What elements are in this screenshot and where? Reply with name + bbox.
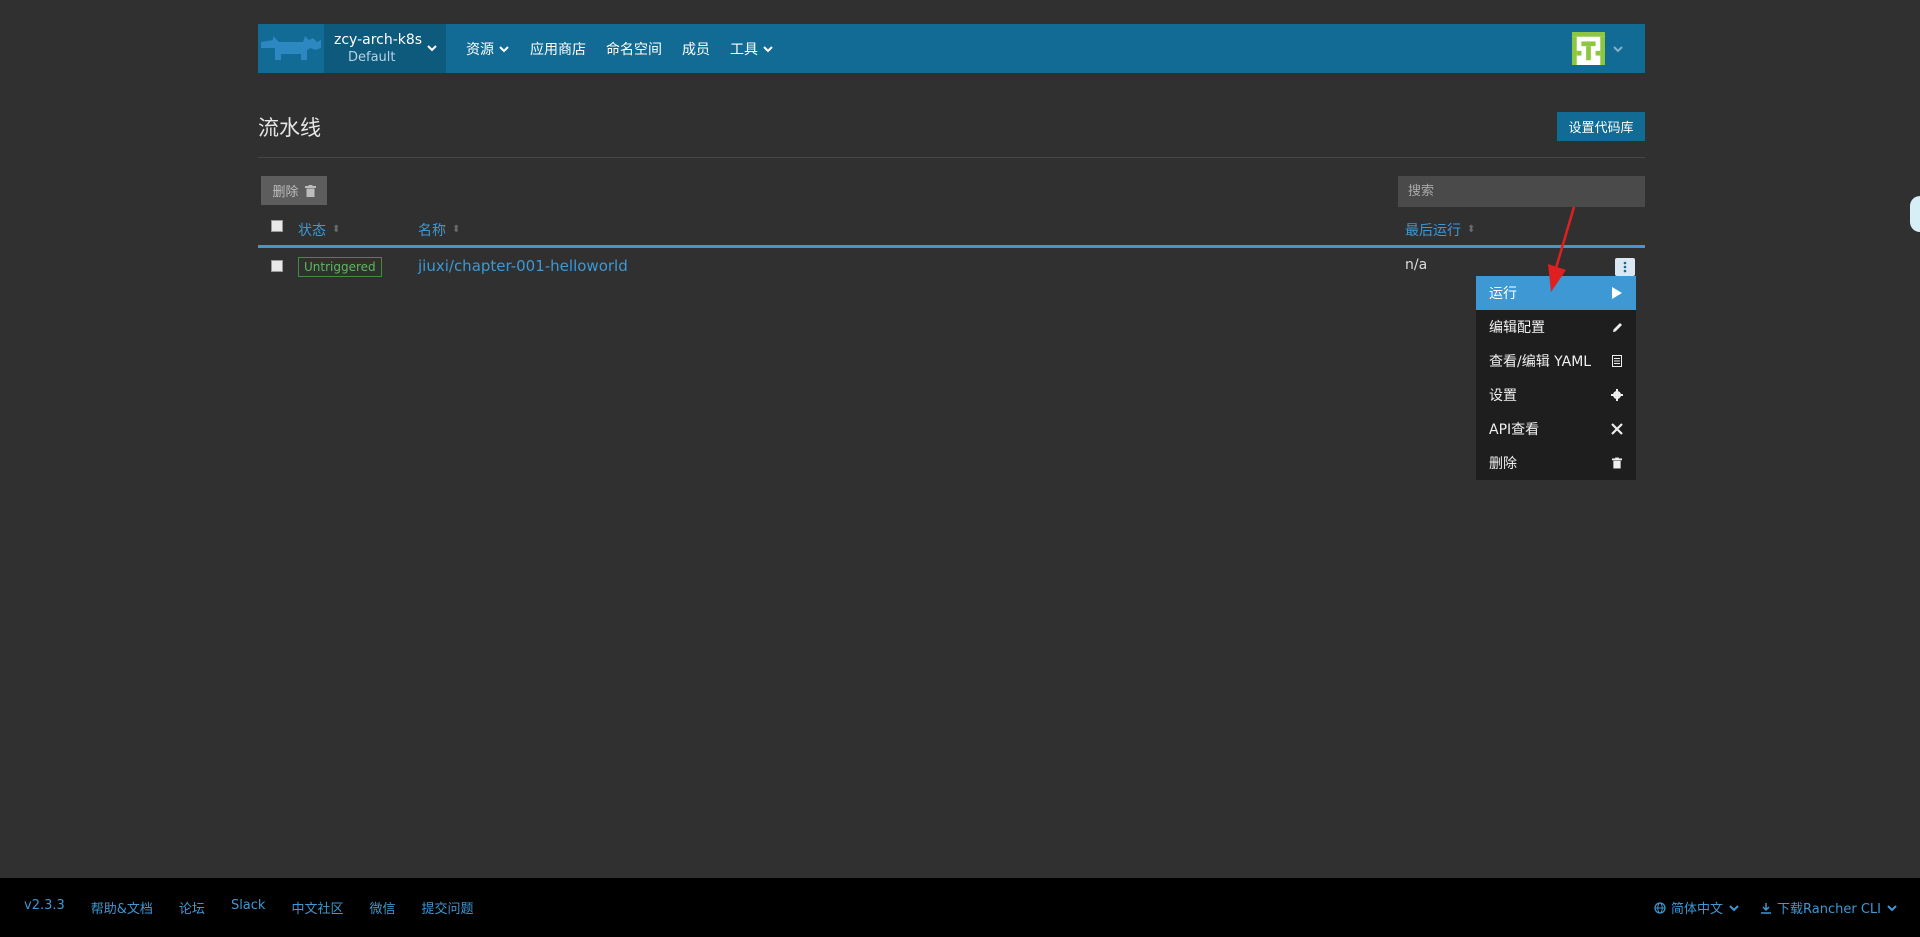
footer-link-forum[interactable]: 论坛 (179, 902, 205, 917)
select-all-checkbox[interactable] (271, 220, 283, 232)
kebab-menu-icon (1623, 261, 1627, 273)
menu-item-settings-label: 设置 (1489, 388, 1517, 404)
table-header-underline (258, 245, 1645, 248)
top-navbar: zcy-arch-k8s Default 资源 应用商店 命名空间 成员 工具 (258, 24, 1645, 73)
nav-app-store-label: 应用商店 (530, 41, 586, 58)
nav-tools[interactable]: 工具 (720, 39, 784, 59)
status-badge: Untriggered (298, 257, 382, 277)
menu-item-run[interactable]: 运行 (1476, 276, 1636, 310)
chevron-down-icon (1613, 45, 1623, 52)
nav-members-label: 成员 (682, 41, 710, 58)
setup-repo-button[interactable]: 设置代码库 (1557, 112, 1645, 141)
footer: v2.3.3 帮助&文档 论坛 Slack 中文社区 微信 提交问题 简体中文 … (0, 878, 1920, 937)
floating-side-tab[interactable] (1910, 196, 1920, 232)
rancher-logo[interactable] (258, 24, 324, 73)
version-link[interactable]: v2.3.3 (24, 898, 65, 913)
row-action-menu: 运行 编辑配置 查看/编辑 YAML 设置 API查看 删除 (1476, 276, 1636, 480)
chevron-down-icon (763, 45, 773, 52)
sort-icon: ⬍ (452, 224, 461, 235)
footer-link-file-issue[interactable]: 提交问题 (421, 902, 473, 917)
nav-resources[interactable]: 资源 (456, 39, 520, 59)
menu-item-view-edit-yaml-label: 查看/编辑 YAML (1489, 354, 1592, 370)
sort-icon: ⬍ (332, 224, 341, 235)
column-header-last-run-label: 最后运行 (1405, 223, 1461, 239)
column-header-name-label: 名称 (418, 223, 446, 239)
chevron-down-icon (427, 45, 437, 52)
search-input[interactable] (1398, 176, 1645, 207)
chevron-down-icon (499, 45, 509, 52)
trash-icon (304, 184, 316, 197)
row-actions-button[interactable] (1615, 258, 1635, 276)
footer-link-help-docs[interactable]: 帮助&文档 (91, 902, 153, 917)
download-cli-menu[interactable]: 下载Rancher CLI (1760, 898, 1898, 917)
page-title: 流水线 (258, 116, 321, 140)
nav-tools-label: 工具 (730, 41, 758, 58)
menu-item-edit-config-label: 编辑配置 (1489, 320, 1545, 336)
download-cli-label: 下载Rancher CLI (1777, 902, 1881, 917)
gear-icon (1610, 389, 1624, 401)
bulk-delete-button[interactable]: 删除 (261, 176, 327, 205)
language-selector[interactable]: 简体中文 (1654, 898, 1740, 917)
sort-icon: ⬍ (1467, 224, 1476, 235)
language-label: 简体中文 (1671, 902, 1724, 917)
trash-icon (1610, 457, 1624, 469)
menu-item-edit-config[interactable]: 编辑配置 (1476, 310, 1636, 344)
column-header-state[interactable]: 状态 ⬍ (298, 220, 340, 240)
footer-link-slack[interactable]: Slack (231, 898, 266, 913)
menu-item-delete[interactable]: 删除 (1476, 446, 1636, 480)
column-header-name[interactable]: 名称 ⬍ (418, 220, 460, 240)
chevron-down-icon (1887, 904, 1897, 911)
file-icon (1610, 355, 1624, 367)
menu-item-api-view-label: API查看 (1489, 422, 1540, 438)
cluster-project-switcher[interactable]: zcy-arch-k8s Default (324, 24, 446, 73)
footer-link-cn-community[interactable]: 中文社区 (291, 902, 343, 917)
globe-icon (1654, 901, 1666, 914)
nav-namespaces-label: 命名空间 (606, 41, 662, 58)
divider (258, 157, 1645, 158)
footer-link-wechat[interactable]: 微信 (369, 902, 395, 917)
main-nav: 资源 应用商店 命名空间 成员 工具 (456, 24, 784, 73)
menu-item-view-edit-yaml[interactable]: 查看/编辑 YAML (1476, 344, 1636, 378)
nav-namespaces[interactable]: 命名空间 (596, 39, 672, 59)
user-menu[interactable] (1572, 32, 1625, 65)
menu-item-run-label: 运行 (1489, 286, 1517, 302)
column-header-last-run[interactable]: 最后运行 ⬍ (1405, 220, 1475, 240)
menu-item-delete-label: 删除 (1489, 456, 1517, 472)
menu-item-settings[interactable]: 设置 (1476, 378, 1636, 412)
avatar (1572, 32, 1605, 65)
nav-members[interactable]: 成员 (672, 39, 720, 59)
play-icon (1610, 287, 1624, 299)
bulk-delete-label: 删除 (272, 185, 299, 200)
rancher-cow-icon (261, 35, 321, 60)
menu-item-api-view[interactable]: API查看 (1476, 412, 1636, 446)
last-run-value: n/a (1405, 257, 1428, 273)
download-icon (1761, 902, 1772, 914)
row-checkbox[interactable] (271, 260, 283, 272)
pipeline-name-link[interactable]: jiuxi/chapter-001-helloworld (418, 257, 628, 275)
column-header-state-label: 状态 (298, 223, 326, 239)
tools-icon (1610, 423, 1624, 435)
pencil-icon (1610, 322, 1624, 333)
chevron-down-icon (1729, 904, 1739, 911)
nav-resources-label: 资源 (466, 41, 494, 58)
nav-app-store[interactable]: 应用商店 (520, 39, 596, 59)
